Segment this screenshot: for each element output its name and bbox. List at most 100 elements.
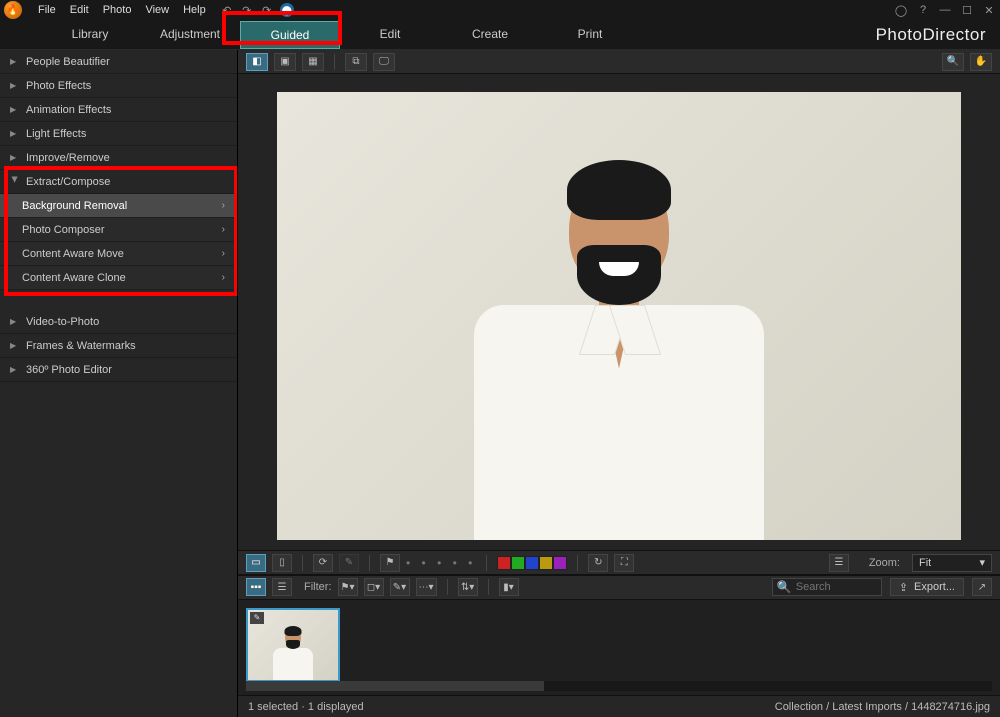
photo-preview — [277, 92, 961, 540]
sidebar-item-label: Animation Effects — [26, 104, 111, 116]
sidebar-item-label: Video-to-Photo — [26, 316, 99, 328]
sub-item-content-aware-move[interactable]: Content Aware Move › — [0, 242, 237, 266]
filter-edit-button[interactable]: ✎▾ — [390, 578, 410, 596]
menu-view[interactable]: View — [145, 4, 169, 16]
maximize-icon[interactable]: ☐ — [960, 3, 974, 17]
flag-button[interactable]: ⚑ — [380, 554, 400, 572]
edit-disabled-button: ✎ — [339, 554, 359, 572]
layout-toggle-b[interactable]: ▯ — [272, 554, 292, 572]
sidebar-item-label: Photo Effects — [26, 80, 91, 92]
module-print[interactable]: Print — [540, 21, 640, 49]
sidebar-item-label: 360º Photo Editor — [26, 364, 112, 376]
sidebar-item-photo-effects[interactable]: ▶Photo Effects — [0, 74, 237, 98]
chevron-right-icon: › — [222, 200, 225, 211]
separator — [369, 555, 370, 571]
separator — [488, 579, 489, 595]
title-bar: 🔥 File Edit Photo View Help ↶ ↷ ⟳ ⬤ ◯ ? … — [0, 0, 1000, 20]
viewer-canvas[interactable] — [238, 74, 1000, 550]
sidebar-item-improve-remove[interactable]: ▶Improve/Remove — [0, 146, 237, 170]
close-icon[interactable]: ✕ — [982, 3, 996, 17]
rating-dots[interactable]: • • • • • — [406, 556, 476, 570]
zoom-tool-button[interactable]: 🔍 — [942, 53, 964, 71]
cloud-icon[interactable]: ⬤ — [280, 3, 294, 17]
filter-more-button[interactable]: ⋯▾ — [416, 578, 437, 596]
sidebar-item-video-to-photo[interactable]: ▶ Video-to-Photo — [0, 310, 237, 334]
chevron-right-icon: ▶ — [10, 105, 20, 114]
minimize-icon[interactable]: — — [938, 3, 952, 17]
filmstrip: ✎ — [238, 600, 1000, 697]
redo-icon[interactable]: ↷ — [240, 3, 254, 17]
menu-file[interactable]: File — [38, 4, 56, 16]
sync-button[interactable]: ↻ — [588, 554, 608, 572]
export-button[interactable]: ⇪ Export... — [890, 578, 964, 596]
sub-item-photo-composer[interactable]: Photo Composer› — [0, 218, 237, 242]
guided-sidebar: ▶People Beautifier ▶Photo Effects ▶Anima… — [0, 50, 238, 717]
separator — [447, 579, 448, 595]
view-grid-button[interactable]: ▦ — [302, 53, 324, 71]
sidebar-item-label: Improve/Remove — [26, 152, 110, 164]
menu-edit[interactable]: Edit — [70, 4, 89, 16]
panel-settings-button[interactable]: ☰ — [829, 554, 849, 572]
thumb-size-button[interactable]: ▪▪▪ — [246, 578, 266, 596]
separator — [577, 555, 578, 571]
sidebar-item-animation-effects[interactable]: ▶ Animation Effects — [0, 98, 237, 122]
sub-item-label: Content Aware Move — [22, 248, 124, 260]
list-view-button[interactable]: ☰ — [272, 578, 292, 596]
chevron-right-icon: ▶ — [10, 129, 20, 138]
search-box[interactable]: 🔍 ✕ — [772, 578, 882, 596]
sidebar-item-light-effects[interactable]: ▶Light Effects — [0, 122, 237, 146]
chevron-right-icon: › — [222, 248, 225, 259]
filmstrip-scrollbar[interactable] — [246, 681, 992, 691]
share-button[interactable]: ↗ — [972, 578, 992, 596]
pan-tool-button[interactable]: ✋ — [970, 53, 992, 71]
module-edit[interactable]: Edit — [340, 21, 440, 49]
view-screen-button[interactable]: 🖵 — [373, 53, 395, 71]
sidebar-item-extract-compose[interactable]: ▶Extract/Compose — [0, 170, 237, 194]
module-adjustment[interactable]: Adjustment — [140, 21, 240, 49]
sub-item-content-aware-clone[interactable]: Content Aware Clone› — [0, 266, 237, 290]
viewer-toolbar: ◧ ▣ ▦ ⧉ 🖵 🔍 ✋ — [238, 50, 1000, 74]
sub-item-label: Photo Composer — [22, 224, 105, 236]
thumbnail-selected[interactable]: ✎ — [246, 608, 340, 682]
status-bar: 1 selected · 1 displayed Collection / La… — [238, 696, 1000, 717]
separator — [302, 555, 303, 571]
menu-photo[interactable]: Photo — [103, 4, 132, 16]
color-label-swatches[interactable] — [497, 556, 567, 570]
sidebar-item-360-photo-editor[interactable]: ▶ 360º Photo Editor — [0, 358, 237, 382]
filter-label-button[interactable]: ◻▾ — [364, 578, 384, 596]
module-guided[interactable]: Guided — [240, 21, 340, 49]
chevron-right-icon: ▶ — [10, 57, 20, 66]
separator — [334, 54, 335, 70]
menu-bar: File Edit Photo View Help — [38, 4, 206, 16]
crop-button[interactable]: ⛶ — [614, 554, 634, 572]
zoom-label: Zoom: — [869, 557, 900, 569]
filter-flag-button[interactable]: ⚑▾ — [338, 578, 358, 596]
chevron-right-icon: ▶ — [10, 317, 20, 326]
sort-button[interactable]: ⇅▾ — [458, 578, 478, 596]
view-single-button[interactable]: ◧ — [246, 53, 268, 71]
module-library[interactable]: Library — [40, 21, 140, 49]
sub-item-background-removal[interactable]: Background Removal› — [0, 194, 237, 218]
search-icon: 🔍 — [777, 580, 792, 594]
sidebar-item-frames-watermarks[interactable]: ▶Frames & Watermarks — [0, 334, 237, 358]
account-icon[interactable]: ◯ — [894, 3, 908, 17]
zoom-select[interactable]: Fit ▾ — [912, 554, 992, 572]
layout-toggle-a[interactable]: ▭ — [246, 554, 266, 572]
undo-icon[interactable]: ↶ — [220, 3, 234, 17]
stack-button[interactable]: ▮▾ — [499, 578, 519, 596]
help-icon[interactable]: ? — [916, 3, 930, 17]
chevron-down-icon: ▾ — [979, 556, 985, 569]
sidebar-item-people-beautifier[interactable]: ▶People Beautifier — [0, 50, 237, 74]
module-create[interactable]: Create — [440, 21, 540, 49]
chevron-right-icon: › — [222, 272, 225, 283]
export-label: Export... — [914, 581, 955, 593]
view-layout-button[interactable]: ⧉ — [345, 53, 367, 71]
refresh-icon[interactable]: ⟳ — [260, 3, 274, 17]
menu-help[interactable]: Help — [183, 4, 206, 16]
person-illustration — [469, 130, 769, 540]
view-compare-button[interactable]: ▣ — [274, 53, 296, 71]
rotate-button[interactable]: ⟳ — [313, 554, 333, 572]
app-brand: PhotoDirector — [876, 25, 986, 45]
chevron-right-icon: ▶ — [10, 365, 20, 374]
thumb-badge-icon: ✎ — [250, 612, 264, 624]
